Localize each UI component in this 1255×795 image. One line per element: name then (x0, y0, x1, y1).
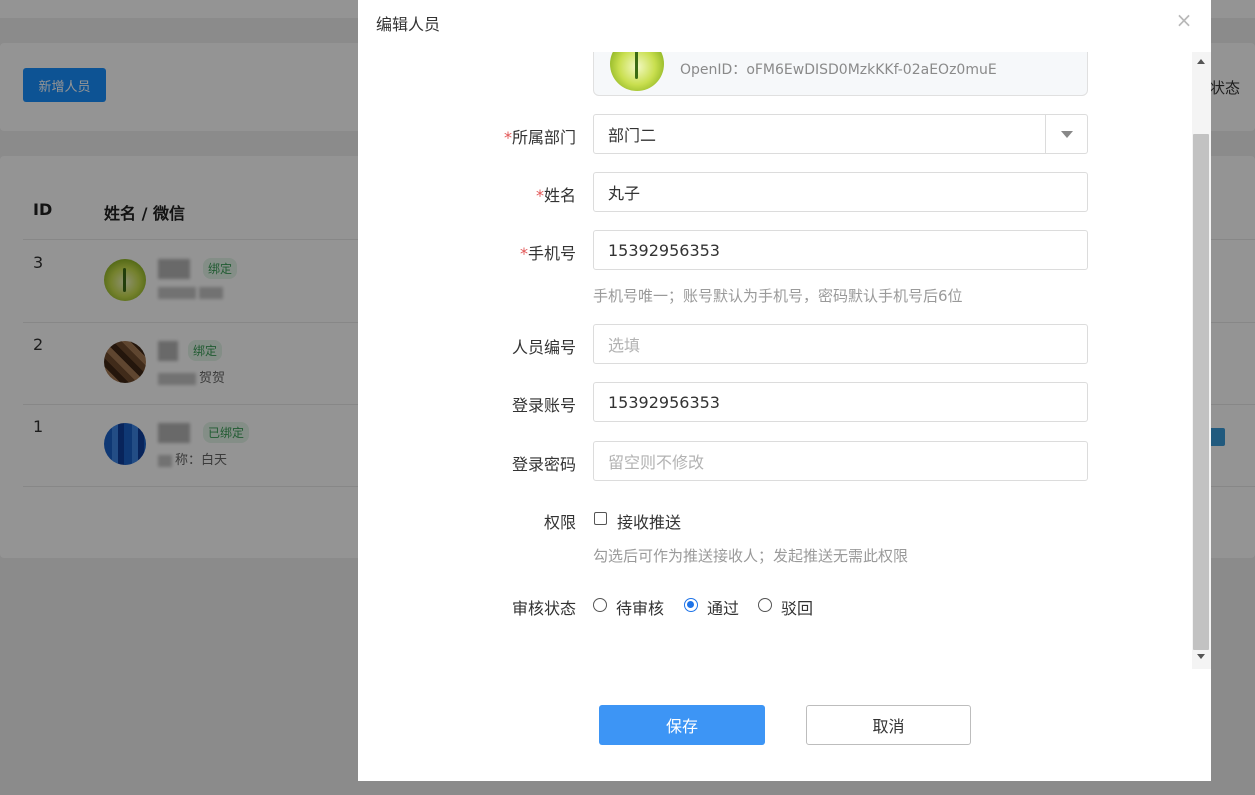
receive-push-checkbox[interactable] (594, 512, 607, 525)
account-input[interactable]: 15392956353 (593, 382, 1088, 422)
name-input[interactable]: 丸子 (593, 172, 1088, 212)
cancel-button[interactable]: 取消 (806, 705, 971, 745)
dialog-body: OpenID：oFM6EwDISD0MzkKKf-02aEOz0muE *所属部… (358, 52, 1211, 669)
department-label: *所属部门 (503, 128, 576, 147)
scrollbar-thumb[interactable] (1193, 134, 1209, 650)
review-approved-radio[interactable] (684, 598, 698, 612)
employee-no-label: 人员编号 (511, 338, 576, 357)
wechat-binding-card: OpenID：oFM6EwDISD0MzkKKf-02aEOz0muE (593, 52, 1088, 96)
password-input[interactable]: 留空则不修改 (593, 441, 1088, 481)
password-label: 登录密码 (511, 455, 576, 474)
review-rejected-radio[interactable] (758, 598, 772, 612)
phone-input[interactable]: 15392956353 (593, 230, 1088, 270)
scroll-down-arrow-icon[interactable] (1197, 654, 1205, 659)
chevron-down-icon[interactable] (1045, 115, 1087, 153)
save-button[interactable]: 保存 (599, 705, 765, 745)
review-pending-label[interactable]: 待审核 (616, 595, 664, 619)
openid-text: OpenID：oFM6EwDISD0MzkKKf-02aEOz0muE (680, 62, 997, 78)
account-label: 登录账号 (511, 396, 576, 415)
review-status-label: 审核状态 (511, 599, 576, 618)
dialog-header: 编辑人员 × (358, 0, 1211, 52)
name-label: *姓名 (535, 186, 576, 205)
permission-label: 权限 (543, 513, 576, 532)
close-icon[interactable]: × (1174, 9, 1194, 31)
review-pending-radio[interactable] (593, 598, 607, 612)
employee-no-input[interactable]: 选填 (593, 324, 1088, 364)
review-rejected-label[interactable]: 驳回 (781, 595, 813, 619)
scroll-up-arrow-icon[interactable] (1197, 59, 1205, 64)
edit-person-dialog: 编辑人员 × OpenID：oFM6EwDISD0MzkKKf-02aEOz0m… (358, 0, 1211, 781)
dialog-title: 编辑人员 (376, 15, 441, 34)
receive-push-label[interactable]: 接收推送 (617, 509, 681, 533)
phone-label: *手机号 (519, 244, 576, 263)
dialog-scrollbar[interactable] (1192, 52, 1211, 669)
department-select[interactable]: 部门二 (593, 114, 1088, 154)
permission-hint: 勾选后可作为推送接收人；发起推送无需此权限 (593, 547, 909, 565)
wechat-avatar (610, 52, 664, 91)
phone-hint: 手机号唯一；账号默认为手机号，密码默认手机号后6位 (593, 287, 963, 305)
review-approved-label[interactable]: 通过 (707, 595, 739, 619)
